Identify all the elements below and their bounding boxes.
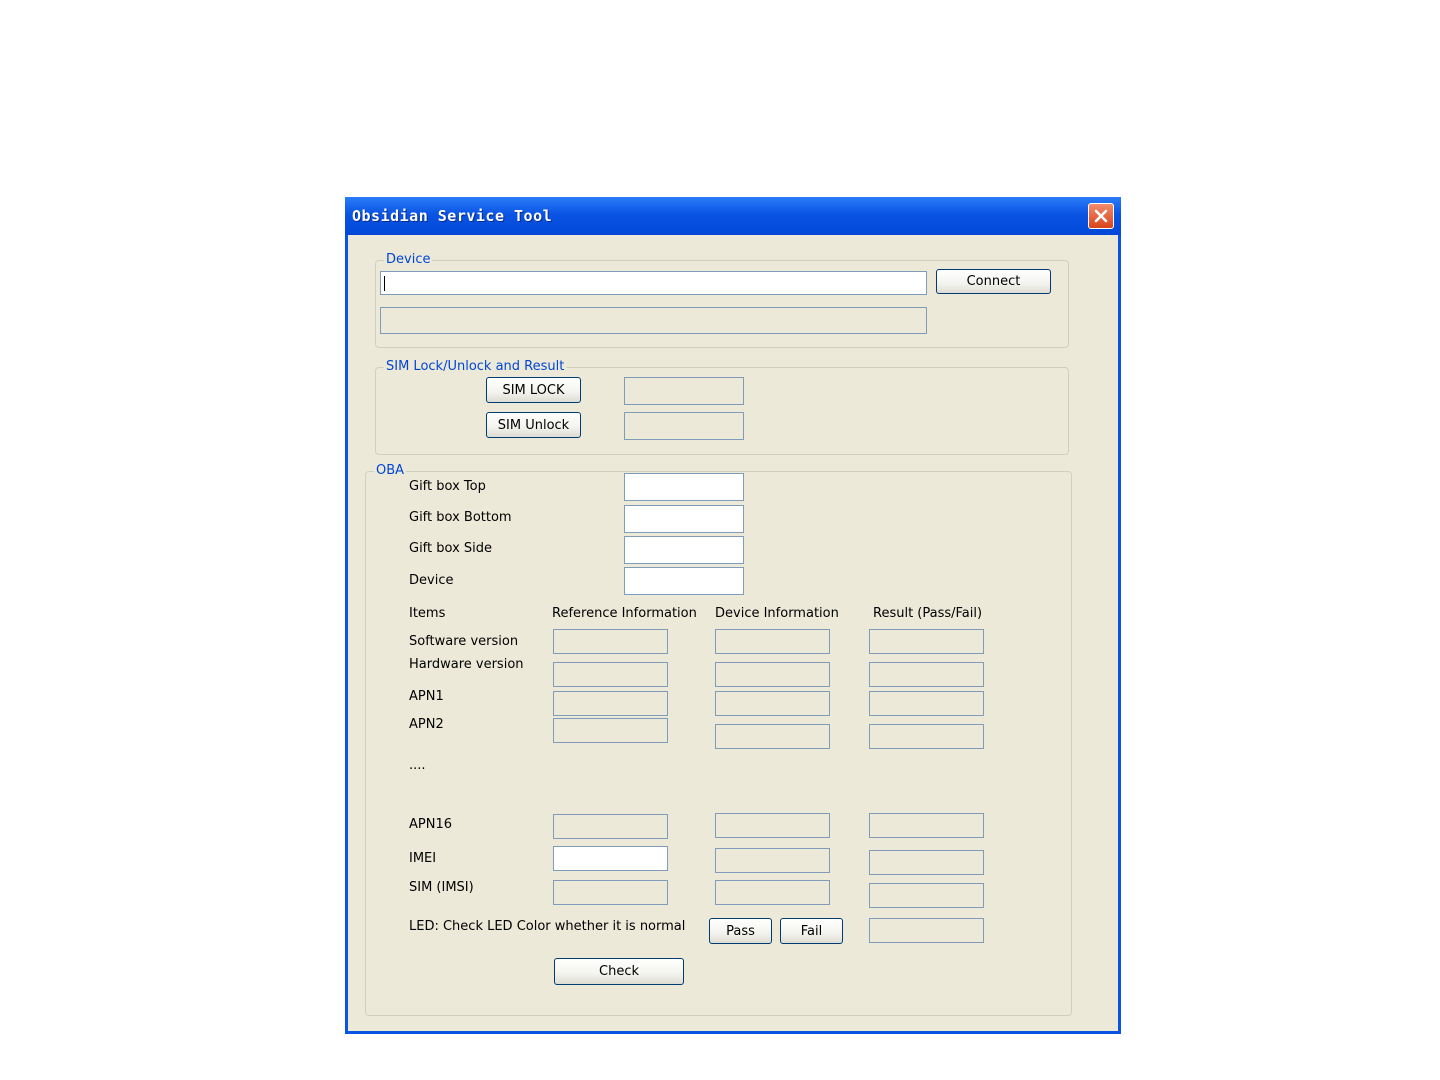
scan-label-gift-box-bottom: Gift box Bottom [409, 510, 512, 525]
oba-group-legend: OBA [374, 463, 407, 479]
led-pass-button[interactable]: Pass [709, 918, 772, 944]
table-cell-device [715, 813, 830, 838]
scan-label-device: Device [409, 573, 454, 588]
table-cell-reference [553, 629, 668, 654]
table-cell-reference [553, 691, 668, 716]
connect-button[interactable]: Connect [936, 269, 1051, 294]
column-header-reference: Reference Information [552, 606, 697, 621]
check-button[interactable]: Check [554, 958, 684, 985]
row-label-imei: IMEI [409, 851, 437, 866]
sim-lock-button[interactable]: SIM LOCK [486, 377, 581, 403]
scan-label-gift-box-side: Gift box Side [409, 541, 493, 556]
table-cell-result [869, 691, 984, 716]
close-button[interactable] [1088, 203, 1114, 229]
sim-lock-result [624, 377, 744, 405]
service-tool-window: Obsidian Service Tool Device Connect SIM… [345, 197, 1121, 1034]
sim-unlock-result [624, 412, 744, 440]
column-header-result: Result (Pass/Fail) [873, 606, 983, 621]
rows-ellipsis: .... [409, 758, 426, 773]
device-status-field [380, 307, 927, 334]
table-cell-device [715, 662, 830, 687]
title-bar[interactable]: Obsidian Service Tool [345, 197, 1121, 235]
row-label-software-version: Software version [409, 634, 519, 649]
led-fail-button[interactable]: Fail [780, 918, 843, 944]
scan-label-gift-box-top: Gift box Top [409, 479, 486, 494]
row-label-sim-imsi: SIM (IMSI) [409, 880, 474, 895]
table-cell-device [715, 691, 830, 716]
table-cell-result [869, 662, 984, 687]
table-cell-device [715, 880, 830, 905]
table-cell-device [715, 629, 830, 654]
sim-group-legend: SIM Lock/Unlock and Result [384, 359, 567, 375]
gift-box-bottom-input[interactable] [624, 505, 744, 533]
device-scan-input[interactable] [624, 567, 744, 595]
imei-reference-input[interactable] [553, 846, 668, 871]
table-cell-device [715, 848, 830, 873]
table-cell-device [715, 724, 830, 749]
sim-unlock-button[interactable]: SIM Unlock [486, 412, 581, 438]
table-cell-reference [553, 718, 668, 743]
table-cell-result [869, 850, 984, 875]
row-label-hardware-version: Hardware version [409, 657, 524, 672]
row-label-apn1: APN1 [409, 689, 444, 704]
row-label-apn16: APN16 [409, 817, 452, 832]
table-cell-reference [553, 814, 668, 839]
table-cell-result [869, 883, 984, 908]
row-label-apn2: APN2 [409, 717, 444, 732]
table-cell-result [869, 629, 984, 654]
led-check-label: LED: Check LED Color whether it is norma… [409, 919, 686, 934]
gift-box-side-input[interactable] [624, 536, 744, 564]
gift-box-top-input[interactable] [624, 473, 744, 501]
led-result-field [869, 918, 984, 943]
device-group-legend: Device [384, 252, 433, 268]
table-cell-result [869, 724, 984, 749]
table-cell-reference [553, 662, 668, 687]
window-title: Obsidian Service Tool [352, 207, 553, 225]
column-header-device: Device Information [715, 606, 839, 621]
column-header-items: Items [409, 606, 446, 621]
table-cell-result [869, 813, 984, 838]
table-cell-reference [553, 880, 668, 905]
close-x-icon [1094, 209, 1108, 223]
device-port-input[interactable] [380, 271, 927, 295]
text-cursor [384, 276, 385, 291]
